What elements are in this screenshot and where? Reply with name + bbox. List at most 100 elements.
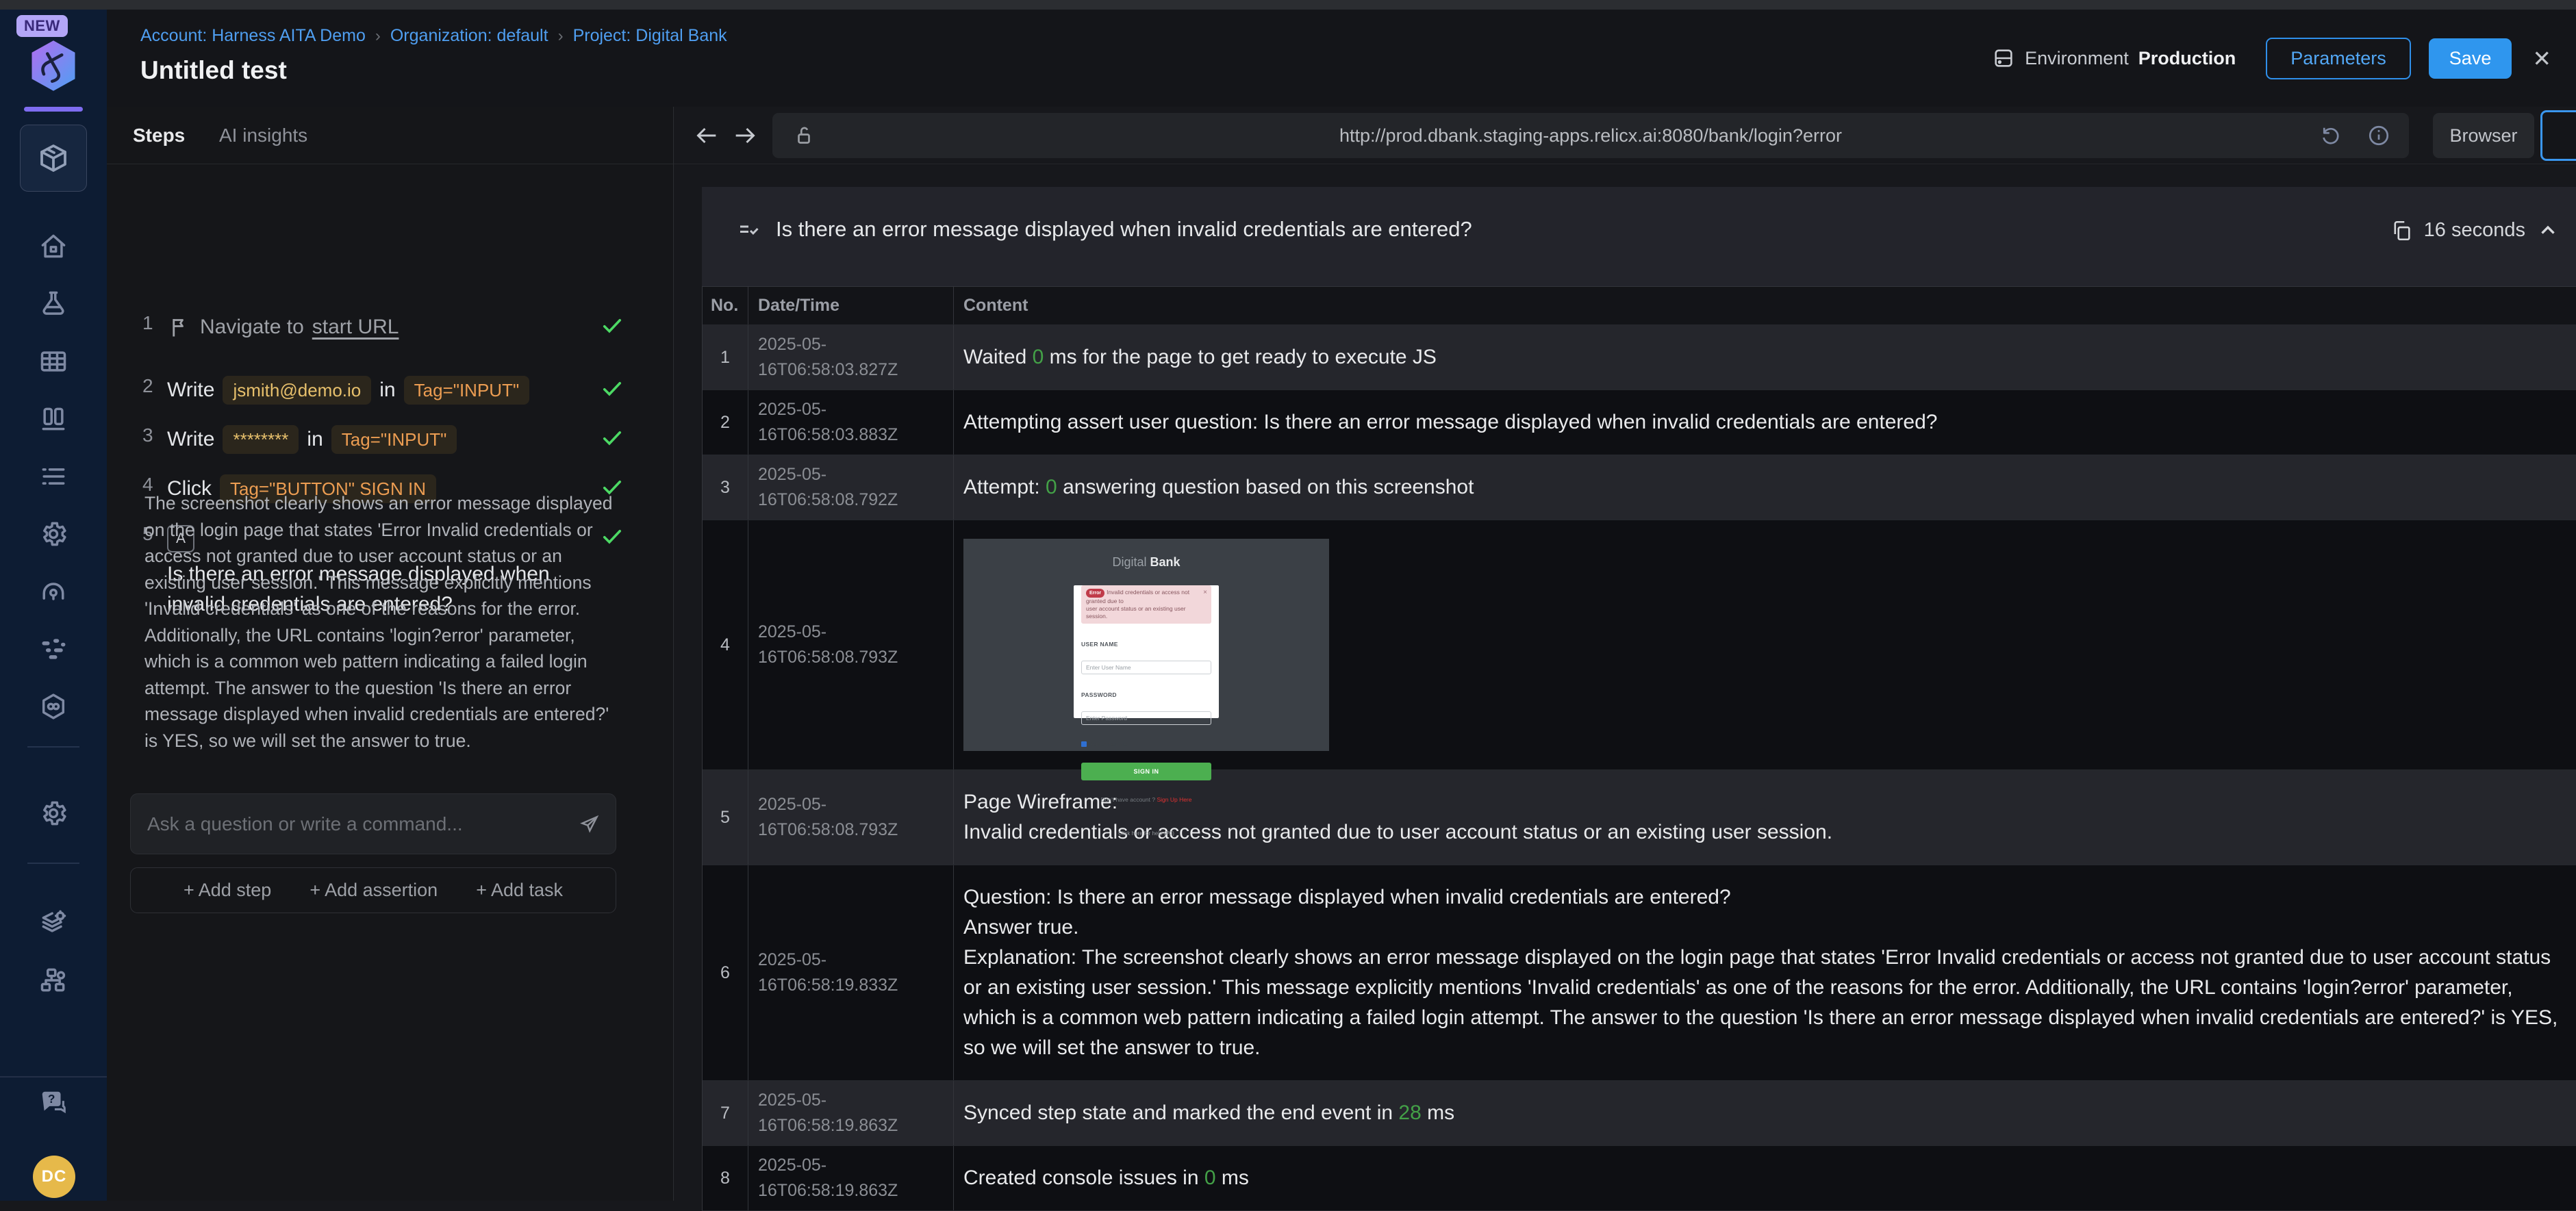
log-value-green: 0 (1032, 346, 1044, 368)
nav-item[interactable] (0, 340, 107, 383)
log-row: 5 2025-05- 16T06:58:08.793Z Page Wireframe:… (703, 770, 2576, 865)
nav-item[interactable] (0, 282, 107, 326)
timestamp-line: 2025-05- (758, 950, 827, 969)
steps-panel: Steps AI insights 1 Navigate to start URL… (107, 107, 674, 1201)
timestamp-line: 16T06:58:19.833Z (758, 976, 898, 995)
nav-item[interactable] (0, 791, 107, 835)
app-logo-icon[interactable] (25, 37, 82, 94)
mini-username-input: Enter User Name (1081, 661, 1211, 674)
save-button[interactable]: Save (2428, 38, 2512, 79)
step-text-segment: start URL (312, 316, 399, 338)
timestamp-line: 2025-05- (758, 400, 827, 419)
log-text-line: Attempt: 0 answering question based on t… (963, 472, 2560, 502)
log-text: ms for the page to get ready to execute … (1044, 346, 1437, 368)
nav-item[interactable] (0, 901, 107, 945)
add-assertion-button[interactable]: + Add assertion (310, 880, 438, 901)
network-gear-icon (38, 965, 68, 995)
log-text: Question: Is there an error message disp… (963, 886, 1731, 908)
add-task-button[interactable]: + Add task (476, 880, 563, 901)
mini-checkbox (1081, 741, 1087, 747)
log-row-content: Synced step state and marked the end eve… (954, 1081, 2576, 1145)
layers-gear-icon (38, 908, 68, 938)
steps-panel-tabs: Steps AI insights (107, 107, 673, 164)
log-text: Waited (963, 346, 1033, 368)
tab-steps[interactable]: Steps (133, 125, 185, 146)
assertion-question: Is there an error message displayed when… (776, 217, 1472, 241)
screenshot-thumbnail[interactable]: Digital Bank Error Invalid credentials or … (963, 539, 1329, 837)
add-step-button[interactable]: + Add step (184, 880, 271, 901)
app-header: Account: Harness AITA Demo › Organizatio… (107, 10, 2576, 107)
log-row-timestamp: 2025-05- 16T06:58:19.863Z (748, 1081, 954, 1145)
step-text-segment: Navigate to (200, 316, 304, 338)
rail-divider (27, 746, 79, 748)
duration-label: 16 seconds (2423, 219, 2525, 241)
log-value-green: 0 (1204, 1167, 1216, 1189)
timestamp-line: 2025-05- (758, 795, 827, 814)
forward-icon[interactable] (731, 122, 759, 149)
refresh-icon[interactable] (2319, 123, 2343, 148)
mini-remember-label: Remember Me (1089, 741, 1128, 748)
timestamp-line: 16T06:58:08.793Z (758, 820, 898, 839)
nav-item[interactable] (0, 225, 107, 268)
log-text-line: Synced step state and marked the end eve… (963, 1098, 2560, 1128)
url-text: http://prod.dbank.staging-apps.relicx.ai… (1339, 125, 1842, 146)
timestamp-line: 16T06:58:03.827Z (758, 360, 898, 379)
column-header: Date/Time (748, 287, 954, 324)
log-row-content: Attempting assert user question: Is ther… (954, 390, 2576, 455)
grid-icon (38, 346, 68, 377)
add-actions-box: + Add step + Add assertion + Add task (130, 867, 616, 913)
agent-icon (38, 576, 68, 607)
tab-ai-insights[interactable]: AI insights (219, 125, 307, 146)
log-row-number: 3 (703, 455, 748, 520)
log-row-content: Waited 0 ms for the page to get ready to… (954, 325, 2576, 390)
svg-text:?: ? (48, 1092, 55, 1106)
log-row-number: 5 (703, 770, 748, 865)
log-row: 8 2025-05- 16T06:58:19.863Z Created console… (703, 1146, 2576, 1211)
send-icon[interactable] (579, 813, 601, 835)
breadcrumb-account[interactable]: Account: Harness AITA Demo (140, 26, 366, 46)
mini-close-icon: × (1203, 589, 1207, 596)
url-bar[interactable]: http://prod.dbank.staging-apps.relicx.ai… (772, 113, 2409, 158)
copy-icon[interactable] (2390, 219, 2413, 242)
breadcrumb-organization[interactable]: Organization: default (390, 26, 548, 46)
nav-item[interactable] (0, 397, 107, 441)
command-input-box (130, 793, 616, 854)
mini-signin-button: SIGN IN (1081, 763, 1211, 780)
mini-password-label: PASSWORD (1081, 691, 1117, 698)
environment-selector[interactable]: Environment Production (1992, 47, 2236, 70)
breadcrumb-separator: › (375, 26, 381, 45)
nav-item[interactable] (0, 958, 107, 1002)
mini-error-text: user account status or an existing user … (1086, 605, 1186, 620)
mini-remember-row: Remember Me (1081, 729, 1211, 759)
assertion-log-header[interactable]: Is there an error message displayed when… (702, 187, 2576, 274)
log-row: 4 2025-05- 16T06:58:08.793Z Digital Bank Err… (703, 520, 2576, 837)
command-input[interactable] (146, 812, 579, 836)
parameters-button[interactable]: Parameters (2266, 37, 2411, 79)
back-icon[interactable] (693, 122, 720, 149)
nav-item-selected[interactable] (20, 125, 87, 192)
step-value-badge: Tag="INPUT" (403, 376, 530, 405)
nav-item[interactable] (0, 627, 107, 671)
browser-view-toggle[interactable]: Browser (2433, 113, 2534, 158)
info-icon[interactable] (2366, 123, 2391, 148)
user-avatar[interactable]: DC (33, 1156, 75, 1198)
close-icon[interactable]: ✕ (2532, 45, 2551, 72)
list-check-icon (736, 218, 761, 243)
nav-item[interactable] (0, 685, 107, 728)
chevron-up-icon[interactable] (2536, 219, 2560, 242)
timestamp-line: 2025-05- (758, 622, 827, 641)
browser-toolbar: http://prod.dbank.staging-apps.relicx.ai… (674, 107, 2576, 164)
step-number: 3 (142, 424, 153, 446)
logs-view-toggle[interactable]: Lo (2540, 110, 2576, 161)
log-row-timestamp: 2025-05- 16T06:58:03.827Z (748, 325, 954, 390)
timestamp-line: 16T06:58:19.863Z (758, 1116, 898, 1135)
breadcrumb-project[interactable]: Project: Digital Bank (573, 26, 727, 46)
log-text: Attempt: (963, 476, 1046, 498)
help-chat-button[interactable]: ? (0, 1082, 107, 1125)
log-row-timestamp: 2025-05- 16T06:58:03.883Z (748, 390, 954, 455)
nav-item[interactable] (0, 570, 107, 613)
log-row: 1 2025-05- 16T06:58:03.827Z Waited 0 ms for… (703, 325, 2576, 390)
main-area: http://prod.dbank.staging-apps.relicx.ai… (674, 107, 2576, 1211)
nav-item[interactable] (0, 512, 107, 556)
nav-item[interactable] (0, 455, 107, 498)
